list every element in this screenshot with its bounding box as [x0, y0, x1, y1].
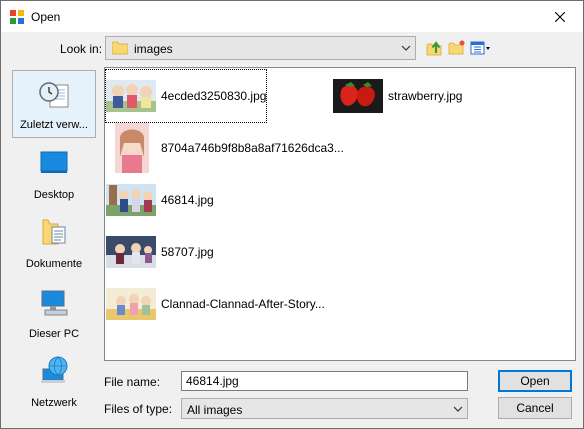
file-list[interactable]: 4ecded3250830.jpg strawberry.jpg 8704a74… [104, 67, 576, 361]
file-item[interactable]: 58707.jpg [106, 226, 214, 278]
file-name-input[interactable] [181, 371, 468, 391]
places-bar: Zuletzt verw... Desktop Dokumente Dieser… [12, 67, 96, 421]
file-name: strawberry.jpg [388, 89, 463, 103]
title-bar: Open [1, 1, 583, 32]
place-network[interactable]: Netzwerk [12, 347, 96, 415]
file-item[interactable]: strawberry.jpg [333, 70, 462, 122]
image-thumbnail [106, 236, 156, 268]
open-button[interactable]: Open [498, 370, 572, 392]
image-thumbnail [106, 184, 156, 216]
file-name-label: File name: [104, 375, 161, 389]
place-desktop[interactable]: Desktop [12, 139, 96, 207]
recent-places-icon [39, 82, 69, 108]
computer-icon [41, 290, 68, 316]
image-thumbnail [333, 79, 383, 113]
view-menu-icon[interactable] [469, 38, 493, 58]
file-name: 8704a746b9f8b8a8af71626dca3... [161, 141, 344, 155]
window-title: Open [31, 10, 61, 24]
close-button[interactable] [537, 1, 583, 32]
place-documents[interactable]: Dokumente [12, 208, 96, 276]
new-folder-icon[interactable] [447, 38, 467, 58]
image-thumbnail [115, 123, 149, 173]
file-name: 4ecded3250830.jpg [161, 89, 267, 103]
place-label: Netzwerk [31, 397, 77, 409]
image-thumbnail [106, 288, 156, 320]
file-item[interactable]: 4ecded3250830.jpg [104, 69, 268, 123]
image-thumbnail [106, 80, 156, 112]
place-label: Desktop [33, 189, 75, 201]
documents-icon [42, 219, 66, 245]
folder-icon [112, 41, 128, 55]
network-icon [41, 356, 68, 383]
file-type-value: All images [187, 403, 243, 417]
place-label: Zuletzt verw... [20, 119, 88, 131]
chevron-down-icon [453, 406, 463, 412]
file-item[interactable]: Clannad-Clannad-After-Story... [106, 278, 325, 330]
file-name: 46814.jpg [161, 193, 214, 207]
up-one-level-icon[interactable] [425, 38, 445, 58]
file-type-dropdown[interactable]: All images [181, 398, 468, 419]
open-dialog: Open Look in: images Zuletzt verw... Des… [0, 0, 584, 429]
place-recent[interactable]: Zuletzt verw... [12, 70, 96, 138]
place-label: Dieser PC [28, 328, 80, 340]
file-name: 58707.jpg [161, 245, 214, 259]
app-icon [10, 10, 24, 24]
look-in-value: images [134, 42, 173, 56]
file-item[interactable]: 46814.jpg [106, 174, 214, 226]
close-icon [555, 11, 565, 22]
desktop-icon [40, 151, 68, 173]
file-type-label: Files of type: [104, 402, 173, 416]
place-this-pc[interactable]: Dieser PC [12, 278, 96, 346]
look-in-dropdown[interactable]: images [105, 36, 416, 60]
file-item[interactable]: 8704a746b9f8b8a8af71626dca3... [106, 122, 344, 174]
place-label: Dokumente [25, 258, 83, 270]
chevron-down-icon [401, 45, 411, 51]
look-in-label: Look in: [60, 42, 103, 56]
cancel-button[interactable]: Cancel [498, 397, 572, 419]
file-name: Clannad-Clannad-After-Story... [161, 297, 325, 311]
